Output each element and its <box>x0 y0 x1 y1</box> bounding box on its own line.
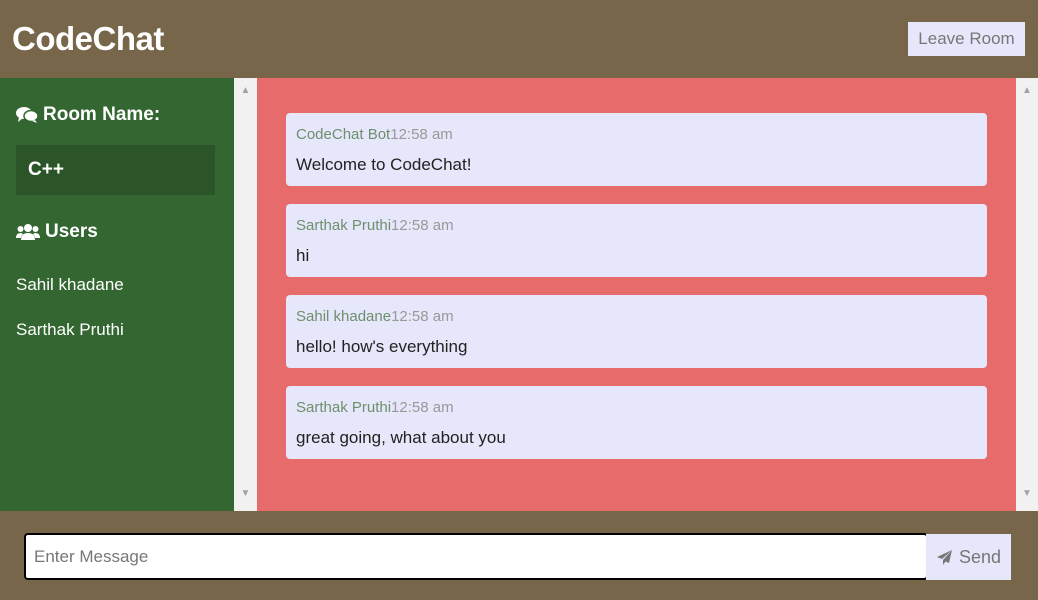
message-meta: Sarthak Pruthi12:58 am <box>296 399 454 416</box>
message-text: hello! how's everything <box>296 337 468 356</box>
scroll-up-arrow-icon[interactable]: ▲ <box>1016 85 1038 96</box>
paper-plane-icon <box>936 549 952 565</box>
scroll-down-arrow-icon[interactable]: ▼ <box>1016 488 1038 499</box>
message-input[interactable] <box>24 533 928 580</box>
message-time: 12:58 am <box>391 399 454 416</box>
chat-sidebar: Room Name: C++ Users Sahil khadane Sarth… <box>0 78 234 511</box>
scroll-down-arrow-icon[interactable]: ▼ <box>234 488 257 499</box>
message-meta: Sahil khadane12:58 am <box>296 308 454 325</box>
comments-icon <box>16 107 38 123</box>
message-bubble: Sarthak Pruthi12:58 am great going, what… <box>286 386 987 459</box>
message-time: 12:58 am <box>390 126 453 143</box>
room-name-value: C++ <box>28 159 64 180</box>
message-text: hi <box>296 246 310 265</box>
user-list-item: Sahil khadane <box>16 275 124 294</box>
message-author: CodeChat Bot <box>296 126 391 143</box>
send-label: Send <box>958 546 1002 567</box>
message-author: Sahil khadane <box>296 308 392 325</box>
user-list-item: Sarthak Pruthi <box>16 320 124 339</box>
chat-scrollbar[interactable]: ▲ ▼ <box>1016 78 1038 511</box>
message-time: 12:58 am <box>391 217 454 234</box>
message-time: 12:58 am <box>391 308 454 325</box>
message-meta: CodeChat Bot12:58 am <box>296 126 453 143</box>
leave-room-button[interactable]: Leave Room <box>908 22 1025 56</box>
scroll-up-arrow-icon[interactable]: ▲ <box>234 85 257 96</box>
message-bubble: CodeChat Bot12:58 am Welcome to CodeChat… <box>286 113 987 186</box>
chat-messages: CodeChat Bot12:58 am Welcome to CodeChat… <box>257 78 1016 511</box>
message-author: Sarthak Pruthi <box>296 399 392 416</box>
message-meta: Sarthak Pruthi12:58 am <box>296 217 454 234</box>
room-name-heading: Room Name: <box>16 104 160 126</box>
sidebar-scrollbar[interactable]: ▲ ▼ <box>234 78 257 511</box>
room-name-label: Room Name: <box>43 104 161 125</box>
send-button[interactable]: Send <box>926 534 1011 580</box>
message-text: great going, what about you <box>296 428 506 447</box>
users-label: Users <box>45 221 98 242</box>
message-text: Welcome to CodeChat! <box>296 155 472 174</box>
room-name-box: C++ <box>16 145 215 195</box>
message-author: Sarthak Pruthi <box>296 217 392 234</box>
app-header: CodeChat Leave Room <box>0 0 1038 78</box>
users-icon <box>16 224 40 240</box>
users-heading: Users <box>16 221 98 243</box>
message-bubble: Sahil khadane12:58 am hello! how's every… <box>286 295 987 368</box>
app-title: CodeChat <box>12 20 164 57</box>
message-bubble: Sarthak Pruthi12:58 am hi <box>286 204 987 277</box>
message-composer: Send <box>0 511 1038 600</box>
